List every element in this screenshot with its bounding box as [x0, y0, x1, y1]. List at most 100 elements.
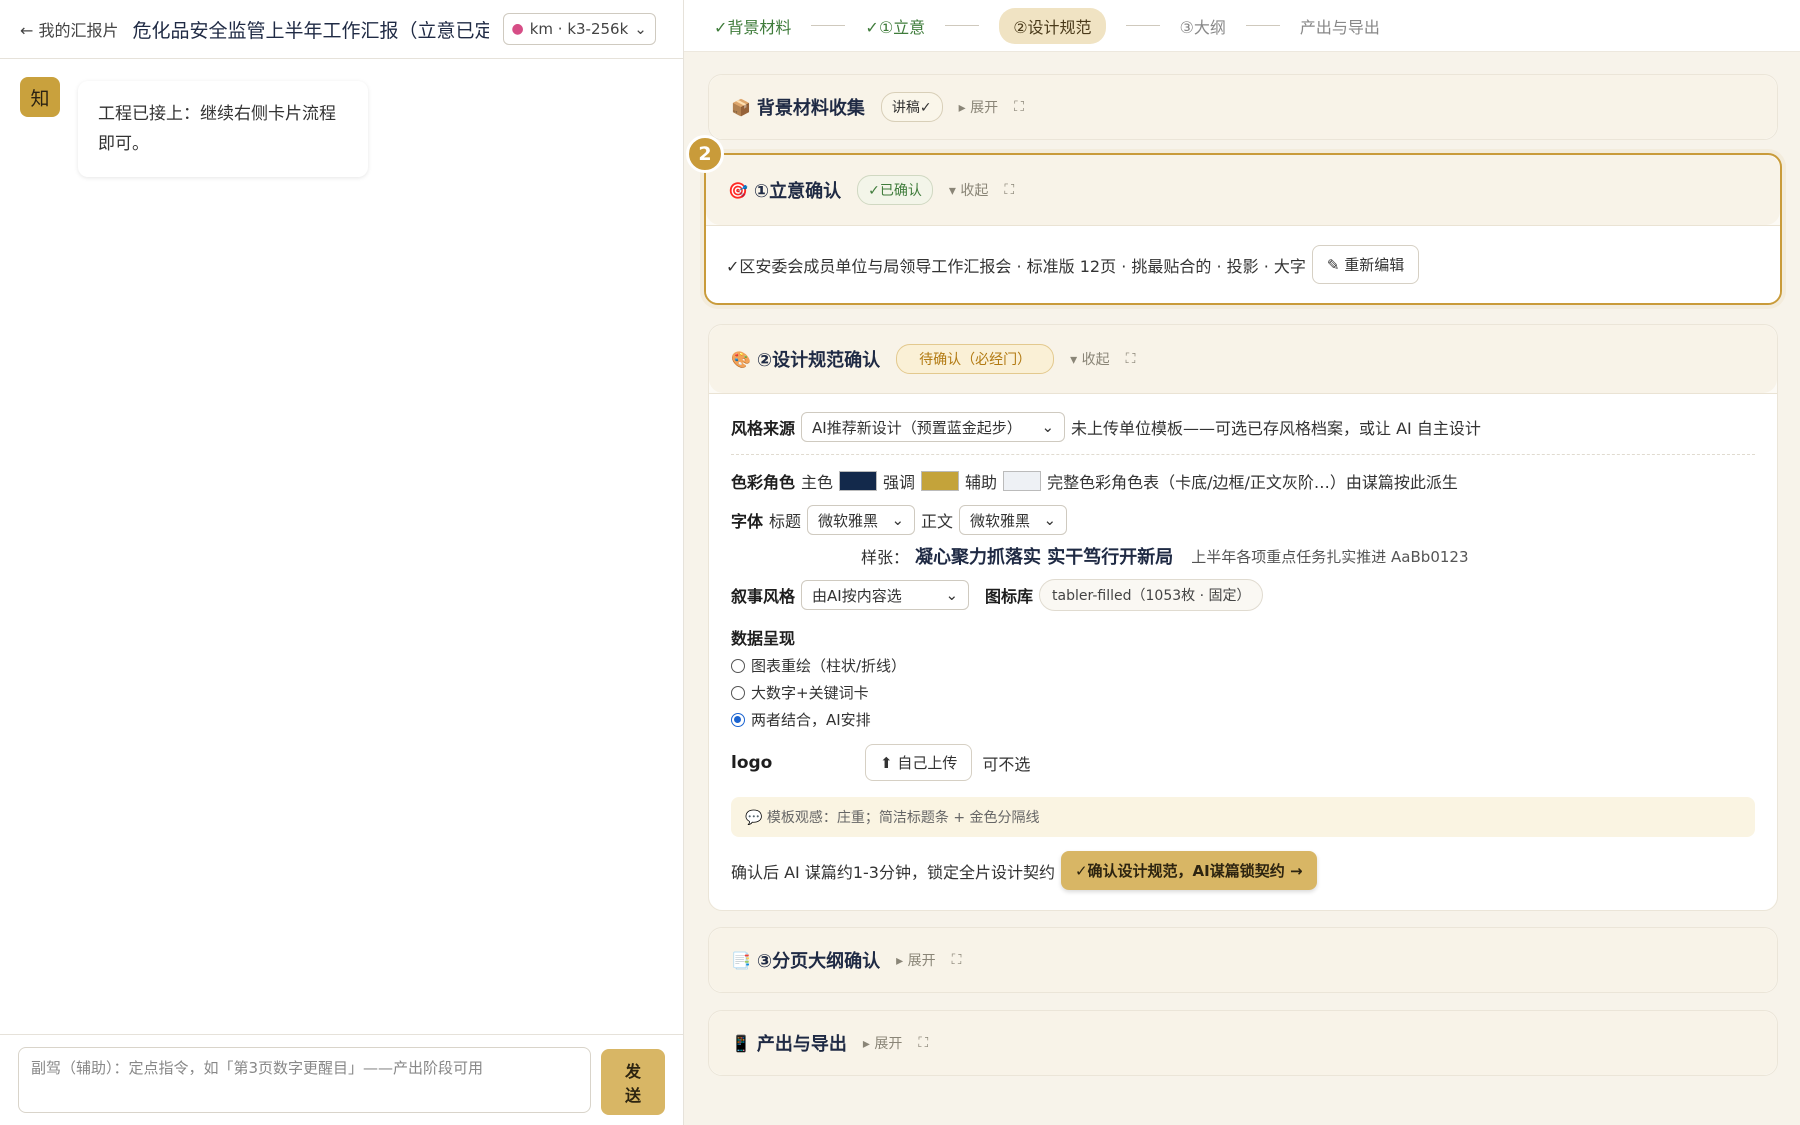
- select-value: 微软雅黑: [970, 511, 1031, 530]
- primary-color-swatch[interactable]: [839, 471, 878, 491]
- title-font-select[interactable]: 微软雅黑 ⌄: [807, 505, 916, 535]
- select-value: 由AI按内容选: [812, 586, 902, 605]
- assistant-message: 知 工程已接上：继续右侧卡片流程即可。: [20, 77, 663, 177]
- card-export: 📱 产出与导出 ▸ 展开 ⛶: [708, 1010, 1778, 1076]
- sample-label: 样张：: [861, 548, 910, 567]
- intent-summary: ✓区安委会成员单位与局领导工作汇报会 · 标准版 12页 · 挑最贴合的 · 投…: [706, 225, 1780, 303]
- step-divider: [1245, 25, 1280, 26]
- model-select[interactable]: ● km · k3-256k ⌄: [502, 13, 656, 45]
- expand-toggle[interactable]: ▸ 展开: [959, 97, 998, 117]
- avatar: 知: [20, 77, 60, 117]
- card-title: ①立意确认: [753, 181, 842, 202]
- expand-toggle[interactable]: ▸ 展开: [863, 1033, 902, 1053]
- field-label: 风格来源: [731, 419, 796, 438]
- re-edit-button[interactable]: ✎ 重新编辑: [1311, 245, 1420, 284]
- composer-input[interactable]: [18, 1047, 592, 1113]
- option-label: 两者结合，AI安排: [751, 711, 871, 729]
- option-label: 图表重绘（柱状/折线）: [751, 657, 907, 675]
- logo-row: logo ⬆ 自己上传 可不选: [731, 744, 1755, 781]
- card-title: ②设计规范确认: [756, 350, 881, 371]
- field-label: logo: [731, 752, 773, 773]
- message-bubble: 工程已接上：继续右侧卡片流程即可。: [78, 81, 368, 177]
- card-background: 📦 背景材料收集 讲稿✓ ▸ 展开 ⛶: [708, 74, 1778, 140]
- send-button[interactable]: 发送: [601, 1049, 665, 1115]
- step-divider: [945, 25, 980, 26]
- workflow-panel: ✓背景材料 ✓①立意 ②设计规范 ③大纲 产出与导出 📦 背景材料收集 讲稿✓ …: [684, 0, 1800, 1125]
- option-label: 大数字+关键词卡: [751, 684, 869, 702]
- accent-color-swatch[interactable]: [921, 471, 960, 491]
- step-design[interactable]: ②设计规范: [999, 7, 1106, 44]
- fullscreen-icon[interactable]: ⛶: [952, 952, 962, 968]
- card-title: 背景材料收集: [756, 98, 865, 119]
- step-intent[interactable]: ✓①立意: [865, 14, 925, 38]
- card-outline-header[interactable]: 📑 ③分页大纲确认 ▸ 展开 ⛶: [709, 928, 1777, 992]
- confirm-design-button[interactable]: ✓确认设计规范，AI谋篇锁契约 →: [1060, 851, 1317, 890]
- step-background[interactable]: ✓背景材料: [714, 14, 791, 38]
- outline-icon: 📑: [731, 950, 751, 970]
- card-title: ③分页大纲确认: [756, 951, 881, 972]
- step-outline[interactable]: ③大纲: [1180, 14, 1226, 38]
- card-title: 产出与导出: [756, 1034, 847, 1055]
- collapse-toggle[interactable]: ▾ 收起: [1070, 349, 1109, 369]
- chevron-down-icon: ⌄: [891, 511, 905, 529]
- step-export[interactable]: 产出与导出: [1300, 14, 1380, 38]
- chevron-down-icon: ⌄: [1041, 418, 1055, 436]
- style-source-select[interactable]: AI推荐新设计（预置蓝金起步） ⌄: [801, 412, 1066, 442]
- confirm-row: 确认后 AI 谋篇约1-3分钟，锁定全片设计契约 ✓确认设计规范，AI谋篇锁契约…: [731, 851, 1755, 890]
- status-badge: 讲稿✓: [880, 92, 943, 122]
- confirm-text: 确认后 AI 谋篇约1-3分钟，锁定全片设计契约: [731, 862, 1055, 882]
- fullscreen-icon[interactable]: ⛶: [918, 1035, 928, 1051]
- app-root: ← 我的汇报片 危化品安全监管上半年工作汇报（立意已定 ● km · k3-25…: [0, 0, 1800, 1125]
- fullscreen-icon[interactable]: ⛶: [1014, 99, 1024, 115]
- chat-panel: ← 我的汇报片 危化品安全监管上半年工作汇报（立意已定 ● km · k3-25…: [0, 0, 684, 1125]
- card-outline: 📑 ③分页大纲确认 ▸ 展开 ⛶: [708, 927, 1778, 993]
- primary-color-label: 主色: [801, 473, 834, 492]
- chevron-down-icon: ⌄: [634, 20, 647, 38]
- step-divider: [1125, 25, 1160, 26]
- intent-text: ✓区安委会成员单位与局领导工作汇报会 · 标准版 12页 · 挑最贴合的 · 投…: [726, 256, 1306, 276]
- radio-button[interactable]: [731, 658, 745, 673]
- card-export-header[interactable]: 📱 产出与导出 ▸ 展开 ⛶: [709, 1011, 1777, 1075]
- expand-toggle[interactable]: ▸ 展开: [896, 950, 935, 970]
- data-option-bignumber[interactable]: 大数字+关键词卡: [731, 682, 1755, 703]
- chevron-down-icon: ⌄: [1043, 511, 1057, 529]
- aux-color-label: 辅助: [965, 473, 998, 492]
- brain-icon: ●: [511, 21, 524, 37]
- status-badge: ✓已确认: [857, 175, 933, 205]
- data-option-chart[interactable]: 图表重绘（柱状/折线）: [731, 655, 1755, 676]
- sample-body: 上半年各项重点任务扎实推进 AaBb0123: [1191, 547, 1469, 566]
- back-link[interactable]: ← 我的汇报片: [20, 17, 119, 41]
- card-intent: 2 🎯 ①立意确认 ✓已确认 ▾ 收起 ⛶ ✓区安委会成员单位与局领导工作汇报会…: [686, 135, 1782, 305]
- radio-button[interactable]: [731, 712, 745, 727]
- logo-note: 可不选: [982, 754, 1031, 774]
- field-label: 叙事风格: [731, 587, 796, 606]
- body-font-select[interactable]: 微软雅黑 ⌄: [959, 505, 1068, 535]
- fullscreen-icon[interactable]: ⛶: [1004, 182, 1014, 198]
- doc-title: 危化品安全监管上半年工作汇报（立意已定: [132, 19, 489, 42]
- sample-title: 凝心聚力抓落实 实干笃行开新局: [915, 547, 1174, 568]
- aux-color-swatch[interactable]: [1003, 471, 1042, 491]
- card-background-header[interactable]: 📦 背景材料收集 讲稿✓ ▸ 展开 ⛶: [709, 75, 1777, 139]
- status-badge: 待确认（必经门）: [896, 344, 1055, 374]
- upload-logo-button[interactable]: ⬆ 自己上传: [865, 744, 973, 781]
- accent-color-label: 强调: [883, 473, 916, 492]
- fullscreen-icon[interactable]: ⛶: [1126, 351, 1136, 367]
- chat-thread: 知 工程已接上：继续右侧卡片流程即可。: [0, 59, 683, 1034]
- data-option-combined[interactable]: 两者结合，AI安排: [731, 709, 1755, 730]
- chevron-down-icon: ⌄: [945, 586, 959, 604]
- composer: 发送: [0, 1034, 683, 1125]
- font-row: 字体 标题 微软雅黑 ⌄ 正文 微软雅黑 ⌄: [731, 505, 1755, 535]
- select-value: AI推荐新设计（预置蓝金起步）: [812, 418, 1022, 437]
- field-label: 字体: [731, 512, 764, 531]
- card-design: 🎨 ②设计规范确认 待确认（必经门） ▾ 收起 ⛶ 风格来源 AI推荐新设计（预…: [708, 324, 1778, 911]
- card-intent-header[interactable]: 🎯 ①立意确认 ✓已确认 ▾ 收起 ⛶: [706, 155, 1780, 225]
- chat-header: ← 我的汇报片 危化品安全监管上半年工作汇报（立意已定 ● km · k3-25…: [0, 0, 683, 59]
- narrative-select[interactable]: 由AI按内容选 ⌄: [801, 580, 970, 610]
- step-number-badge: 2: [686, 135, 724, 173]
- font-sample: 样张： 凝心聚力抓落实 实干笃行开新局 上半年各项重点任务扎实推进 AaBb01…: [731, 543, 1755, 569]
- card-design-header[interactable]: 🎨 ②设计规范确认 待确认（必经门） ▾ 收起 ⛶: [709, 325, 1777, 393]
- phone-icon: 📱: [731, 1033, 751, 1053]
- radio-button[interactable]: [731, 685, 745, 700]
- collapse-toggle[interactable]: ▾ 收起: [949, 180, 988, 200]
- field-label: 图标库: [985, 587, 1034, 606]
